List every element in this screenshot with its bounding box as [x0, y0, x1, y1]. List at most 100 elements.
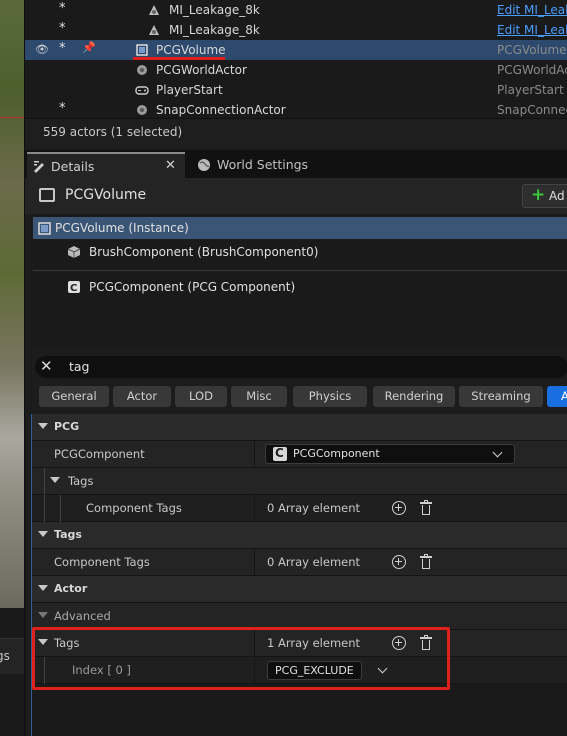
category-label: Tags	[54, 528, 82, 541]
add-element-icon[interactable]	[392, 555, 406, 569]
advanced-row[interactable]: Advanced	[32, 603, 567, 630]
property-label: PCGComponent	[54, 447, 145, 461]
outliner-actor-name: PCGVolume	[156, 43, 226, 57]
component-row[interactable]: C PCGComponent (PCG Component)	[33, 276, 567, 298]
material-icon	[149, 5, 159, 15]
actor-icon	[137, 105, 147, 115]
outliner-actor-name: MI_Leakage_8k	[169, 23, 260, 37]
expand-arrow-icon[interactable]	[38, 531, 48, 537]
pcg-component-dropdown[interactable]: PCGComponent	[265, 444, 515, 464]
outliner-actor-type: PCGVolume	[497, 43, 567, 57]
add-component-button[interactable]: + Ad	[522, 184, 567, 208]
category-pcg[interactable]: PCG	[32, 414, 567, 441]
lower-left-tab[interactable]: gs	[0, 638, 24, 674]
details-tab-bar: Details ✕ World Settings	[25, 150, 567, 178]
gamepad-icon	[135, 86, 149, 95]
tab-world-settings[interactable]: World Settings	[189, 152, 339, 178]
volume-icon	[136, 44, 148, 56]
chip-physics[interactable]: Physics	[293, 386, 367, 407]
component-label: BrushComponent (BrushComponent0)	[89, 245, 319, 259]
indent-line	[60, 495, 61, 522]
property-value: 0 Array element	[267, 501, 361, 515]
expand-arrow-icon[interactable]	[50, 477, 60, 483]
property-label: Component Tags	[54, 555, 150, 569]
pin-icon[interactable]: 📌	[82, 41, 96, 54]
outliner-row-selected[interactable]: 👁 * 📌 PCGVolume PCGVolume	[25, 40, 567, 60]
property-row: Component Tags 0 Array element	[32, 549, 567, 576]
star-icon: *	[59, 1, 66, 16]
dropdown-value: PCGComponent	[293, 447, 380, 460]
components-tree: PCGVolume (Instance) BrushComponent (Bru…	[33, 214, 567, 346]
filter-chips: General Actor LOD Misc Physics Rendering…	[39, 386, 567, 408]
actor-count: 559 actors (1 selected)	[25, 118, 567, 148]
property-label: Component Tags	[86, 501, 182, 515]
search-input[interactable]: tag	[69, 359, 90, 374]
category-label: Actor	[54, 582, 88, 595]
outliner-actor-name: SnapConnectionActor	[156, 103, 286, 117]
plus-icon: +	[531, 185, 546, 205]
chip-actor[interactable]: Actor	[113, 386, 171, 407]
outliner-actor-type: PlayerStart	[497, 83, 564, 97]
tab-world-settings-label: World Settings	[217, 157, 309, 172]
trash-icon[interactable]	[420, 554, 432, 569]
chevron-down-icon	[492, 447, 503, 458]
outliner-actor-name: PlayerStart	[156, 83, 223, 97]
details-search[interactable]: ✕ tag	[35, 356, 567, 378]
subcategory-tags[interactable]: Tags	[32, 468, 567, 495]
component-label: PCGVolume (Instance)	[55, 221, 189, 235]
chip-all[interactable]: A	[547, 386, 567, 407]
property-row: Component Tags 0 Array element	[32, 495, 567, 522]
chip-rendering[interactable]: Rendering	[373, 386, 455, 407]
component-row[interactable]: BrushComponent (BrushComponent0)	[33, 241, 567, 263]
chip-general[interactable]: General	[39, 386, 109, 407]
column-divider[interactable]	[254, 549, 255, 576]
viewport-red-line	[0, 117, 24, 118]
outliner-row[interactable]: PCGWorldActor PCGWorldAct	[25, 60, 567, 80]
expand-arrow-icon[interactable]	[38, 423, 48, 429]
outliner-actor-type[interactable]: Edit MI_Leak	[497, 23, 567, 37]
selection-red-underline	[133, 57, 225, 60]
level-viewport[interactable]	[0, 0, 24, 608]
expand-arrow-icon[interactable]	[38, 612, 48, 618]
star-icon: *	[59, 21, 66, 36]
red-highlight-box	[32, 627, 450, 690]
globe-icon	[198, 159, 210, 171]
outliner-row[interactable]: * SnapConnectionActor SnapConnec	[25, 100, 567, 120]
indent-line	[44, 495, 45, 522]
add-element-icon[interactable]	[392, 501, 406, 515]
details-icon	[34, 161, 44, 173]
outliner-actor-type[interactable]: Edit MI_Leak	[497, 3, 567, 17]
close-icon[interactable]: ✕	[165, 158, 176, 173]
category-label: PCG	[54, 420, 80, 433]
tab-details[interactable]: Details ✕	[27, 152, 185, 178]
column-divider[interactable]	[254, 495, 255, 522]
details-title: PCGVolume	[65, 187, 147, 203]
chip-streaming[interactable]: Streaming	[459, 386, 543, 407]
eye-icon[interactable]: 👁	[35, 43, 49, 56]
outliner-row[interactable]: * MI_Leakage_8k Edit MI_Leak	[25, 0, 567, 20]
outliner-row[interactable]: PlayerStart PlayerStart	[25, 80, 567, 100]
component-row-selected[interactable]: PCGVolume (Instance)	[33, 217, 567, 239]
trash-icon[interactable]	[420, 500, 432, 515]
component-separator	[33, 270, 567, 271]
indent-line	[44, 468, 45, 495]
add-component-label: Ad	[549, 189, 565, 203]
volume-icon	[38, 222, 51, 235]
outliner-actor-name: MI_Leakage_8k	[169, 3, 260, 17]
star-icon: *	[59, 101, 66, 116]
chip-lod[interactable]: LOD	[175, 386, 227, 407]
tab-details-label: Details	[51, 159, 95, 174]
chip-misc[interactable]: Misc	[231, 386, 287, 407]
subcategory-label: Tags	[68, 474, 94, 488]
column-divider[interactable]	[254, 441, 255, 468]
component-label: PCGComponent (PCG Component)	[89, 280, 296, 294]
clear-search-icon[interactable]: ✕	[40, 357, 53, 375]
category-tags[interactable]: Tags	[32, 522, 567, 549]
right-panel: * MI_Leakage_8k Edit MI_Leak * MI_Leakag…	[24, 0, 567, 736]
outliner-actor-name: PCGWorldActor	[156, 63, 247, 77]
outliner-actor-type: SnapConnec	[497, 103, 567, 117]
expand-arrow-icon[interactable]	[38, 585, 48, 591]
svg-text:C: C	[70, 283, 77, 294]
category-actor[interactable]: Actor	[32, 576, 567, 603]
outliner-row[interactable]: * MI_Leakage_8k Edit MI_Leak	[25, 20, 567, 40]
